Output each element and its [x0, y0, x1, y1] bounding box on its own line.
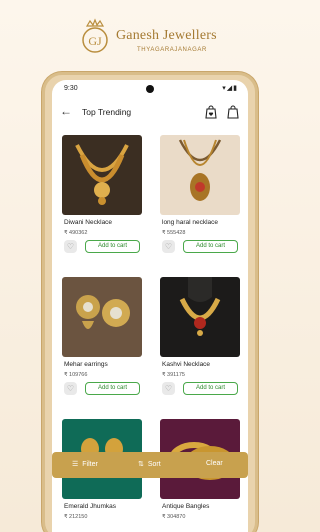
wishlist-bag-icon[interactable] [205, 105, 217, 119]
status-bar: 9:30 ▾◢▮ [52, 80, 248, 100]
app-bar: ← Top Trending [52, 102, 248, 124]
product-card[interactable]: Kashvi Necklace ₹ 391175 ♡ Add to cart [156, 274, 244, 410]
product-image-long-necklace[interactable] [160, 135, 240, 215]
sort-label: Sort [147, 461, 161, 468]
wishlist-heart-icon[interactable]: ♡ [162, 240, 175, 253]
wishlist-heart-icon[interactable]: ♡ [162, 382, 175, 395]
filter-label: Filter [82, 461, 98, 468]
status-time: 9:30 [64, 85, 78, 92]
clear-button[interactable]: Clear [206, 460, 223, 467]
product-image-necklace-display[interactable] [160, 277, 240, 357]
product-card[interactable]: Mehar earrings ₹ 109766 ♡ Add to cart [58, 274, 146, 410]
back-arrow-icon[interactable]: ← [60, 104, 72, 118]
shopping-bag-icon[interactable] [227, 105, 239, 119]
product-card[interactable]: long haral necklace ₹ 555428 ♡ Add to ca… [156, 132, 244, 268]
product-name: Antique Bangles [162, 503, 210, 510]
bottom-action-bar: ☰ Filter ⇅ Sort Clear [52, 452, 248, 478]
product-price: ₹ 304870 [162, 514, 186, 520]
add-to-cart-button[interactable]: Add to cart [85, 240, 140, 253]
wishlist-heart-icon[interactable]: ♡ [64, 382, 77, 395]
product-name: Diwani Necklace [64, 219, 113, 226]
filter-icon: ☰ [72, 461, 79, 468]
product-price: ₹ 212150 [64, 514, 88, 520]
product-image-earrings[interactable] [62, 277, 142, 357]
product-card[interactable]: Diwani Necklace ₹ 490362 ♡ Add to cart [58, 132, 146, 268]
svg-text:GJ: GJ [88, 34, 102, 48]
brand-header: GJ Ganesh Jewellers THYAGARAJANAGAR [0, 14, 300, 64]
product-name: Kashvi Necklace [162, 361, 211, 368]
sort-button[interactable]: ⇅ Sort [138, 460, 161, 468]
product-price: ₹ 555428 [162, 230, 186, 236]
product-price: ₹ 391175 [162, 372, 185, 378]
add-to-cart-button[interactable]: Add to cart [183, 240, 238, 253]
product-name: Emerald Jhumkas [64, 503, 117, 510]
product-price: ₹ 490362 [64, 230, 88, 236]
brand-name: Ganesh Jewellers [116, 28, 217, 43]
sort-icon: ⇅ [138, 461, 144, 468]
product-name: long haral necklace [162, 219, 219, 226]
product-image-necklace[interactable] [62, 135, 142, 215]
camera-notch [146, 85, 154, 93]
filter-button[interactable]: ☰ Filter [72, 460, 98, 468]
page-title: Top Trending [82, 107, 132, 117]
gj-crown-logo-icon: GJ [82, 18, 108, 53]
wishlist-heart-icon[interactable]: ♡ [64, 240, 77, 253]
add-to-cart-button[interactable]: Add to cart [183, 382, 238, 395]
add-to-cart-button[interactable]: Add to cart [85, 382, 140, 395]
product-price: ₹ 109766 [64, 372, 88, 378]
product-name: Mehar earrings [64, 361, 108, 368]
brand-location: THYAGARAJANAGAR [137, 47, 207, 53]
status-icons: ▾◢▮ [222, 85, 238, 92]
